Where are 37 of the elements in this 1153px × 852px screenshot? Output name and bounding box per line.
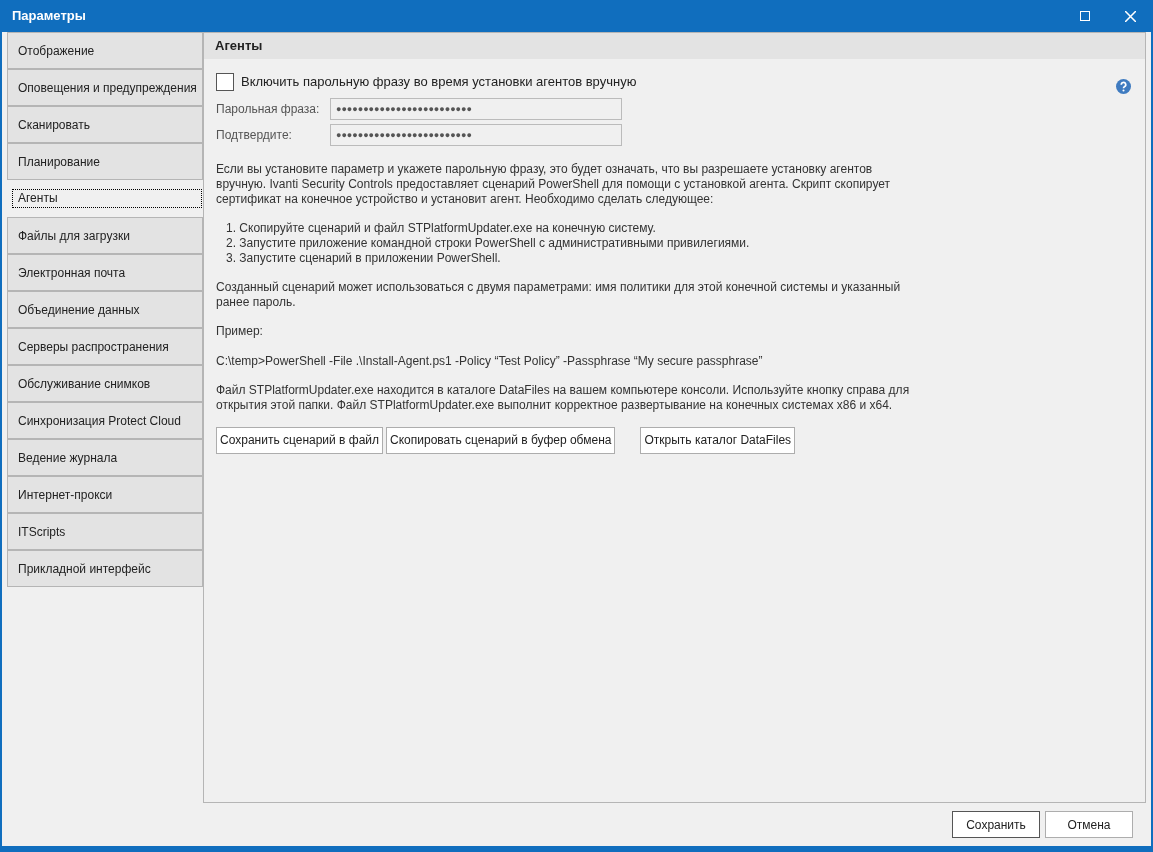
sidebar-item[interactable]: Интернет-прокси — [7, 476, 203, 513]
passphrase-checkbox[interactable]: Включить парольную фразу во время установки агентов вручную — [216, 72, 1116, 92]
sidebar-item[interactable]: ITScripts — [7, 513, 203, 550]
sidebar-item[interactable]: Обслуживание снимков — [7, 365, 203, 402]
intro-paragraph: Если вы установите параметр и укажете парольную фразу, это будет означать, что вы разрешаете установку агентов вручную. Ivanti Security Controls предоставляет сценарий PowerShell для помощи с установкой агента. Скрипт скопирует сертификат на конечное устройство и установит агент. Необходимо сделать следующее: — [216, 161, 892, 207]
sidebar-item[interactable]: Сканировать — [7, 106, 203, 143]
sidebar-item[interactable]: Прикладной интерфейс — [7, 550, 203, 587]
example-label: Пример: — [216, 323, 264, 339]
action-button[interactable]: Открыть каталог DataFiles — [640, 426, 796, 454]
field-label: Подтвердите: — [216, 126, 293, 144]
sidebar-item[interactable]: Электронная почта — [7, 254, 203, 291]
sidebar-item[interactable]: Файлы для загрузки — [7, 217, 203, 254]
example-command: C:\temp>PowerShell -File .\Install-Agent.ps1 -Policy “Test Policy” -Passphrase “My secure passphrase” — [216, 353, 764, 369]
action-button[interactable]: Сохранить сценарий в файл — [216, 426, 384, 454]
step-item: 2. Запустите приложение командной строки PowerShell с административными привилегиями. — [226, 235, 751, 251]
sidebar-item[interactable]: Отображение — [7, 32, 203, 69]
cancel-button[interactable]: Отмена — [1045, 811, 1133, 838]
parameters-paragraph: Созданный сценарий может использоваться с двумя параметрами: имя политики для этой конечной системы и указанный ранее пароль. — [216, 279, 902, 310]
sidebar-item[interactable]: Синхронизация Protect Cloud — [7, 402, 203, 439]
field-label: Парольная фраза: — [216, 100, 321, 118]
datafiles-paragraph: Файл STPlatformUpdater.exe находится в каталоге DataFiles на вашем компьютере консоли. Используйте кнопку справа для открытия этой папки. Файл STPlatformUpdater.exe выполнит корректное развертывание на конечных системах x86 и x64. — [216, 382, 911, 413]
sidebar-item[interactable]: Серверы распространения — [7, 328, 203, 365]
close-icon[interactable] — [1125, 10, 1136, 22]
sidebar-item[interactable]: Ведение журнала — [7, 439, 203, 476]
password-field[interactable]: ●●●●●●●●●●●●●●●●●●●●●●●●● — [330, 123, 622, 146]
window-title: Параметры — [11, 7, 86, 26]
password-field[interactable]: ●●●●●●●●●●●●●●●●●●●●●●●●● — [330, 97, 622, 120]
step-item: 1. Скопируйте сценарий и файл STPlatformUpdater.exe на конечную систему. — [226, 220, 657, 236]
panel-title: Агенты — [215, 37, 263, 56]
sidebar-item[interactable]: Оповещения и предупреждения — [7, 69, 203, 106]
maximize-icon[interactable] — [1080, 11, 1090, 21]
help-icon[interactable] — [1116, 79, 1131, 94]
save-button[interactable]: Сохранить — [952, 811, 1040, 838]
step-item: 3. Запустите сценарий в приложении PowerShell. — [226, 250, 502, 266]
sidebar-item[interactable]: Планирование — [7, 143, 203, 180]
sidebar-item[interactable]: Объединение данных — [7, 291, 203, 328]
action-button[interactable]: Скопировать сценарий в буфер обмена — [386, 426, 616, 454]
